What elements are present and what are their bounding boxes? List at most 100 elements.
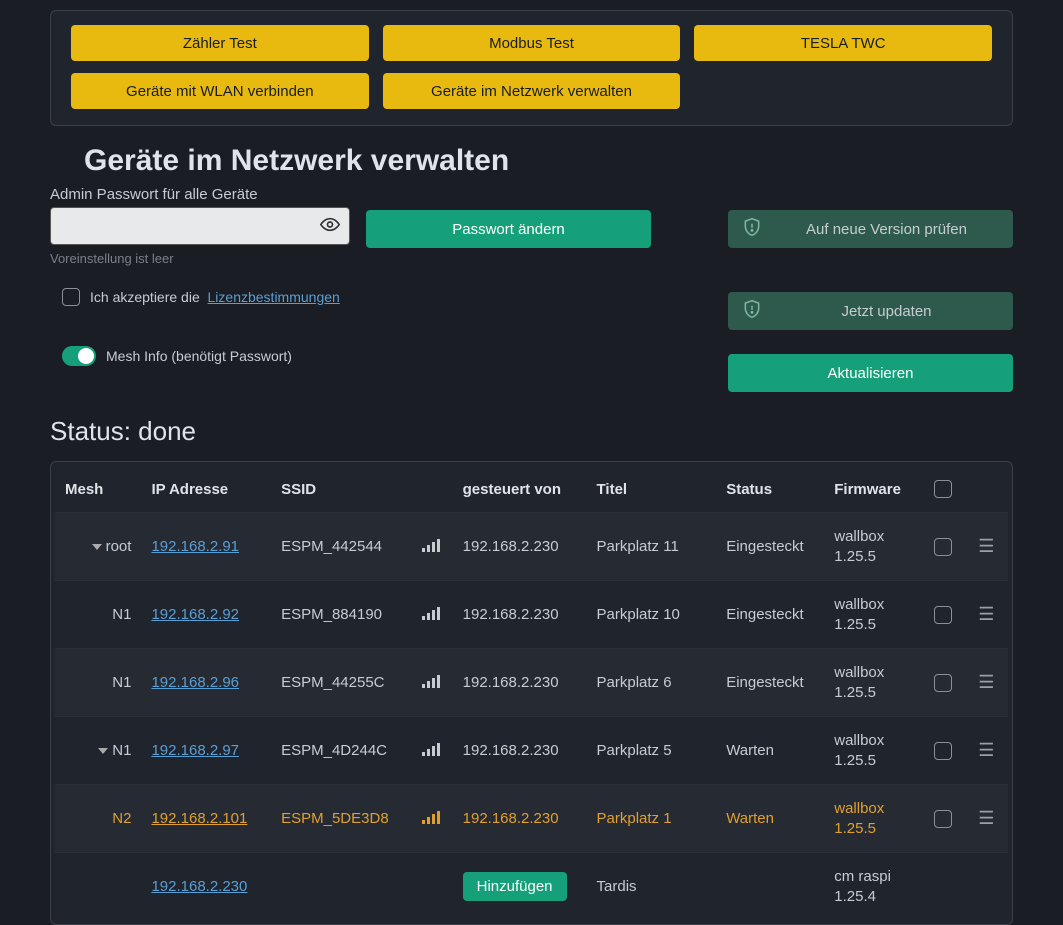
signal-icon [422,674,440,692]
table-row: root 192.168.2.91 ESPM_442544 192.168.2.230… [55,513,1008,581]
th-ctrl: gesteuert von [453,466,587,513]
row-checkbox[interactable] [934,810,952,828]
th-mesh: Mesh [55,466,141,513]
counter-test-button[interactable]: Zähler Test [71,25,369,61]
cell-menu: ☰ [965,785,1008,853]
chevron-down-icon[interactable] [98,748,108,754]
mesh-info-toggle[interactable] [62,346,96,366]
check-version-button[interactable]: Auf neue Version prüfen [728,210,1013,248]
cell-menu [965,853,1008,921]
tesla-twc-button[interactable]: TESLA TWC [694,25,992,61]
cell-signal [412,717,453,785]
modbus-test-button[interactable]: Modbus Test [383,25,681,61]
cell-title: Tardis [587,853,717,921]
row-checkbox[interactable] [934,538,952,556]
th-ssid: SSID [271,466,411,513]
cell-mesh [55,853,141,921]
ip-link[interactable]: 192.168.2.101 [151,810,247,827]
cell-firmware: wallbox1.25.5 [824,649,921,717]
cell-signal [412,853,453,921]
cell-controlled-by: 192.168.2.230 [453,581,587,649]
cell-title: Parkplatz 10 [587,581,717,649]
cell-ip: 192.168.2.230 [141,853,271,921]
th-title: Titel [587,466,717,513]
refresh-button[interactable]: Aktualisieren [728,354,1013,392]
cell-firmware: wallbox1.25.5 [824,513,921,581]
mesh-toggle-label: Mesh Info (benötigt Passwort) [106,348,292,364]
cell-checkbox [922,649,965,717]
cell-controlled-by: 192.168.2.230 [453,513,587,581]
cell-status: Eingesteckt [716,581,824,649]
add-button[interactable]: Hinzufügen [463,872,567,901]
cell-controlled-by: Hinzufügen [453,853,587,921]
cell-ssid: ESPM_5DE3D8 [271,785,411,853]
menu-icon[interactable]: ☰ [975,672,998,693]
device-table: Mesh IP Adresse SSID gesteuert von Titel… [55,466,1008,920]
update-now-label: Jetzt updaten [774,303,999,320]
cell-checkbox [922,717,965,785]
admin-pw-hint: Voreinstellung ist leer [50,251,350,266]
cell-mesh[interactable]: N1 [55,717,141,785]
cell-mesh: N2 [55,785,141,853]
connect-wlan-button[interactable]: Geräte mit WLAN verbinden [71,73,369,109]
ip-link[interactable]: 192.168.2.91 [151,538,239,555]
cell-checkbox [922,785,965,853]
change-password-button[interactable]: Passwort ändern [366,210,651,248]
th-ip: IP Adresse [141,466,271,513]
signal-icon [422,810,440,828]
table-row: N1192.168.2.97ESPM_4D244C192.168.2.230Pa… [55,717,1008,785]
ip-link[interactable]: 192.168.2.97 [151,742,239,759]
cell-signal [412,513,453,581]
cell-ip: 192.168.2.96 [141,649,271,717]
ip-link[interactable]: 192.168.2.230 [151,878,247,895]
th-select-all[interactable] [922,466,965,513]
cell-title: Parkplatz 1 [587,785,717,853]
cell-ssid: ESPM_884190 [271,581,411,649]
row-checkbox[interactable] [934,742,952,760]
eye-icon[interactable] [320,215,340,238]
device-table-wrap: Mesh IP Adresse SSID gesteuert von Titel… [50,461,1013,925]
cell-title: Parkplatz 6 [587,649,717,717]
cell-status: Eingesteckt [716,649,824,717]
cell-ssid: ESPM_442544 [271,513,411,581]
page-title: Geräte im Netzwerk verwalten [84,144,1013,178]
cell-signal [412,785,453,853]
ip-link[interactable]: 192.168.2.92 [151,606,239,623]
cell-ip: 192.168.2.91 [141,513,271,581]
cell-ssid: ESPM_4D244C [271,717,411,785]
menu-icon[interactable]: ☰ [975,740,998,761]
row-checkbox[interactable] [934,606,952,624]
ip-link[interactable]: 192.168.2.96 [151,674,239,691]
license-link[interactable]: Lizenzbestimmungen [208,289,340,305]
license-checkbox[interactable] [62,288,80,306]
cell-mesh: N1 [55,649,141,717]
signal-icon [422,538,440,556]
admin-pw-input[interactable] [50,207,350,245]
chevron-down-icon[interactable] [92,544,102,550]
manage-network-button[interactable]: Geräte im Netzwerk verwalten [383,73,681,109]
cell-menu: ☰ [965,649,1008,717]
table-row: N1192.168.2.96ESPM_44255C192.168.2.230Pa… [55,649,1008,717]
cell-status [716,853,824,921]
top-button-panel: Zähler Test Modbus Test TESLA TWC Geräte… [50,10,1013,126]
cell-signal [412,581,453,649]
cell-mesh[interactable]: root [55,513,141,581]
cell-controlled-by: 192.168.2.230 [453,649,587,717]
row-checkbox[interactable] [934,674,952,692]
cell-menu: ☰ [965,717,1008,785]
menu-icon[interactable]: ☰ [975,604,998,625]
cell-ip: 192.168.2.101 [141,785,271,853]
menu-icon[interactable]: ☰ [975,808,998,829]
menu-icon[interactable]: ☰ [975,536,998,557]
table-row: N2 192.168.2.101 ESPM_5DE3D8 192.168.2.230P… [55,785,1008,853]
cell-status: Warten [716,785,824,853]
admin-pw-label: Admin Passwort für alle Geräte [50,186,350,203]
signal-icon [422,742,440,760]
table-row: 192.168.2.230HinzufügenTardiscm raspi1.2… [55,853,1008,921]
cell-checkbox [922,581,965,649]
cell-controlled-by: 192.168.2.230 [453,785,587,853]
cell-menu: ☰ [965,513,1008,581]
status-heading: Status: done [50,416,1013,447]
th-status: Status [716,466,824,513]
update-now-button[interactable]: Jetzt updaten [728,292,1013,330]
